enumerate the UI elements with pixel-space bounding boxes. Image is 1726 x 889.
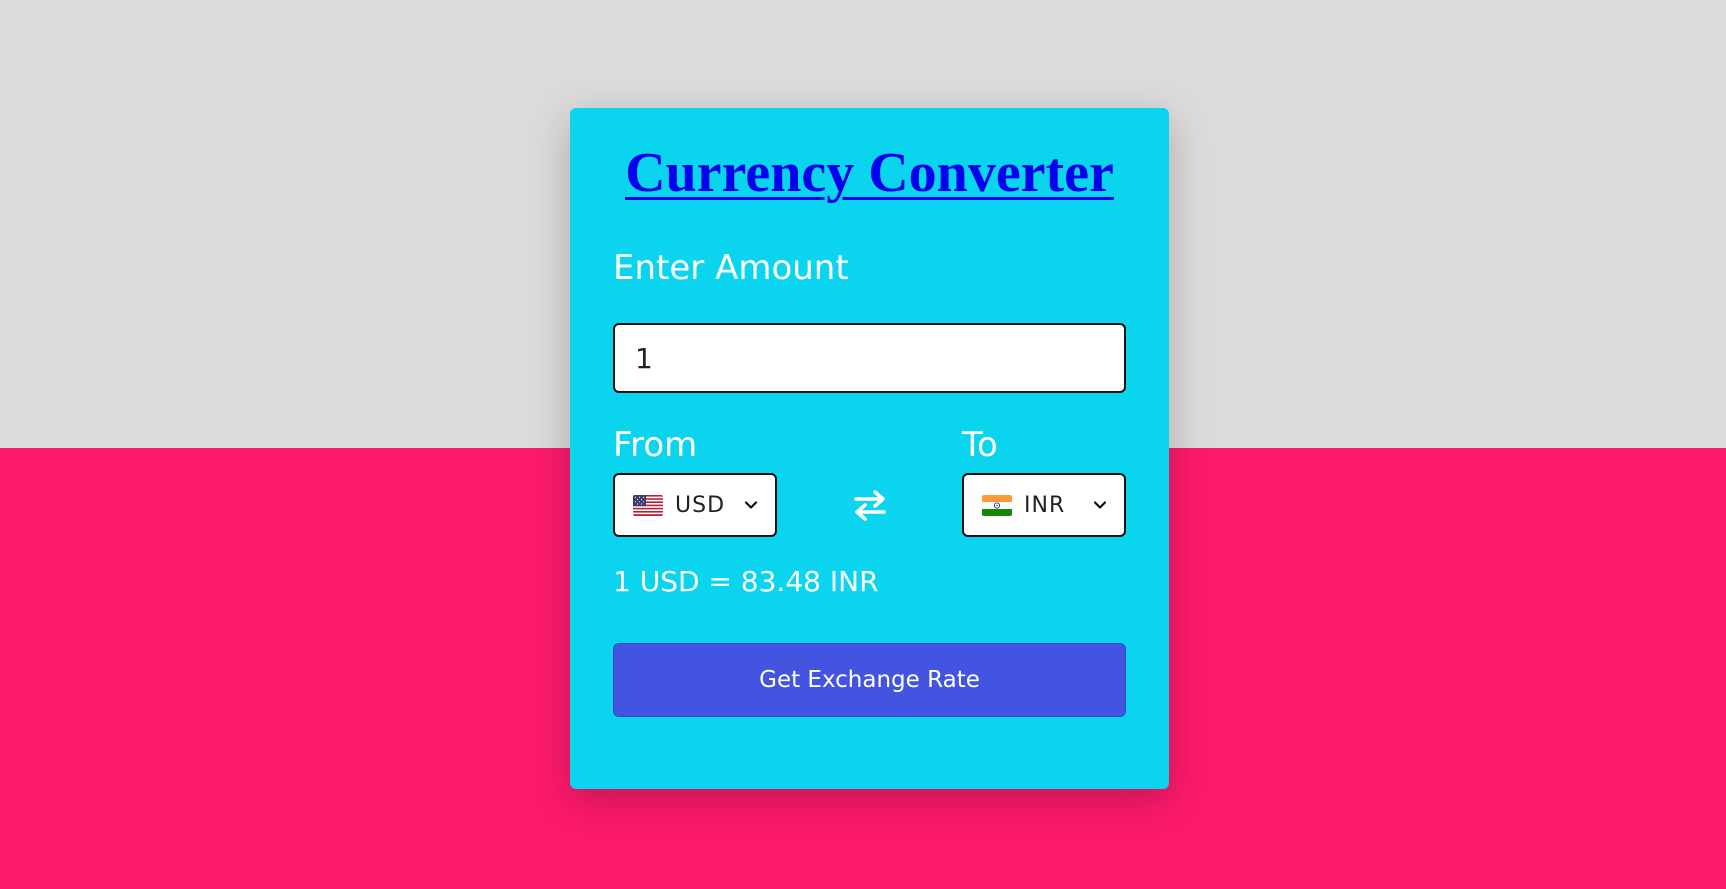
india-flag-icon [982, 494, 1012, 516]
to-currency-code: INR [1024, 492, 1066, 518]
amount-label: Enter Amount [613, 248, 849, 288]
get-exchange-rate-button[interactable]: Get Exchange Rate [613, 643, 1126, 717]
to-label: To [962, 425, 998, 465]
amount-input[interactable] [613, 323, 1126, 393]
to-currency-select[interactable]: INR [962, 473, 1126, 537]
swap-arrows-icon[interactable] [851, 486, 889, 524]
exchange-rate-text: 1 USD = 83.48 INR [613, 565, 879, 598]
page-title: Currency Converter [625, 142, 1114, 204]
from-label: From [613, 425, 698, 465]
chevron-down-icon [744, 501, 758, 509]
converter-card: Currency Converter Enter Amount From To [570, 108, 1169, 789]
chevron-down-icon [1093, 501, 1107, 509]
from-currency-code: USD [675, 492, 726, 518]
us-flag-icon [633, 494, 663, 516]
from-currency-select[interactable]: USD [613, 473, 777, 537]
